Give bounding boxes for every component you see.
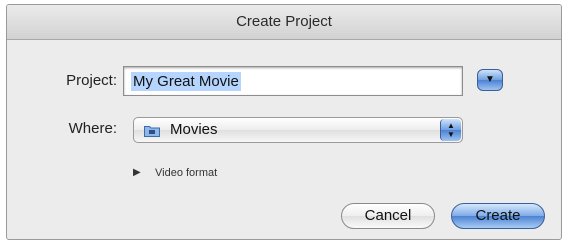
- folder-icon: [144, 126, 160, 137]
- project-name-value: My Great Movie: [131, 72, 241, 91]
- chevron-down-icon: ▼: [485, 74, 495, 85]
- create-project-dialog: Create Project Project: My Great Movie ▼…: [6, 4, 562, 240]
- project-label: Project:: [66, 72, 117, 89]
- title-bar: Create Project: [7, 5, 561, 40]
- cancel-button[interactable]: Cancel: [341, 203, 435, 229]
- dialog-title: Create Project: [236, 13, 332, 30]
- recent-names-button[interactable]: ▼: [477, 69, 503, 91]
- create-button[interactable]: Create: [451, 203, 545, 229]
- popup-arrows-icon: ▲ ▼: [440, 119, 461, 141]
- project-name-input[interactable]: My Great Movie: [123, 66, 463, 96]
- video-format-label[interactable]: Video format: [155, 166, 217, 180]
- where-value: Movies: [170, 121, 218, 138]
- where-popup-button[interactable]: Movies ▲ ▼: [133, 117, 463, 143]
- disclosure-triangle-icon[interactable]: ▶: [133, 167, 143, 179]
- where-label: Where:: [68, 120, 117, 137]
